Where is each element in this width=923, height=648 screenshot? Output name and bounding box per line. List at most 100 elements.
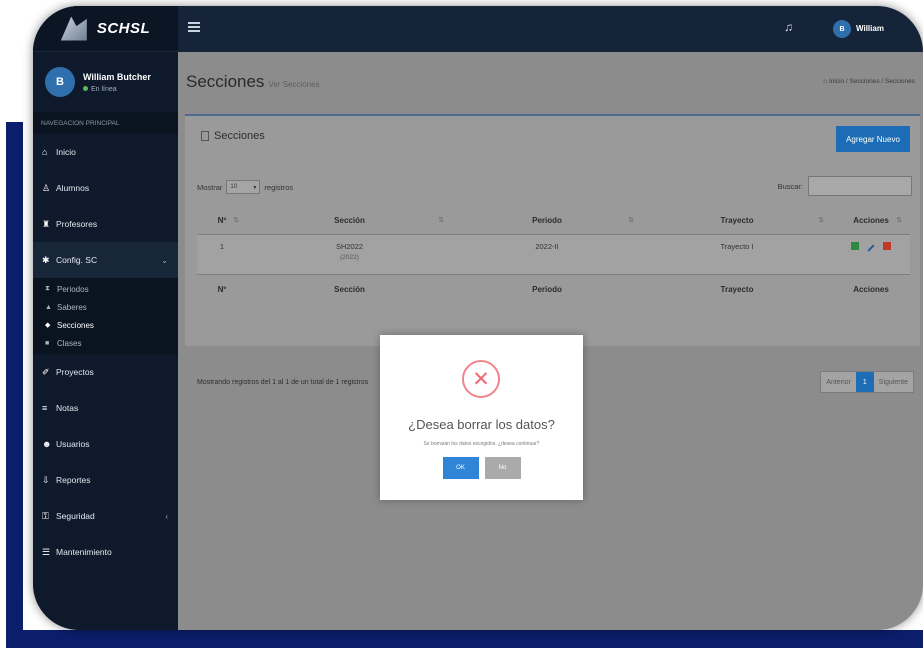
- pager-previous-button[interactable]: Anterior: [821, 372, 856, 392]
- list-icon: ≡: [42, 403, 48, 413]
- footer-header-seccion: Sección: [334, 284, 365, 294]
- saberes-icon: ▲: [45, 303, 52, 311]
- nav-header: NAVEGACION PRINCIPAL: [33, 112, 178, 134]
- sidebar-subitem-label: Secciones: [57, 320, 94, 330]
- sidebar-item-label: Usuarios: [56, 439, 90, 449]
- cell-numero: 1: [219, 241, 225, 251]
- pencil-icon: ✐: [42, 366, 50, 377]
- sidebar-item-seguridad[interactable]: ⚿ Seguridad ‹: [33, 498, 178, 534]
- topbar-avatar[interactable]: B: [833, 20, 851, 38]
- dialog-title: ¿Desea borrar los datos?: [408, 417, 555, 432]
- sidebar-item-label: Reportes: [56, 475, 91, 485]
- sidebar-subitem-label: Periodos: [57, 284, 89, 294]
- view-icon[interactable]: [851, 241, 859, 250]
- users-icon: ☻: [42, 439, 52, 449]
- column-header-acciones[interactable]: Acciones ⇅: [832, 208, 910, 234]
- tag-icon: ◆: [45, 322, 51, 329]
- sidebar-item-mantenimiento[interactable]: ☰ Mantenimiento: [33, 534, 178, 570]
- chevron-left-icon: ‹: [165, 511, 168, 521]
- pager-page-1-button[interactable]: 1: [855, 372, 874, 392]
- app-screen: SCHSL B William Butcher En línea NAVEGAC…: [33, 6, 923, 630]
- cell-trayecto: Trayecto I: [720, 241, 754, 251]
- sidebar-item-notas[interactable]: ≡ Notas: [33, 390, 178, 426]
- ok-button[interactable]: OK: [442, 457, 479, 479]
- logo-mountain-icon: [60, 16, 87, 41]
- add-new-button[interactable]: Agregar Nuevo: [836, 126, 910, 152]
- table-footer-row: Nº Sección Periodo Trayecto Acciones: [197, 274, 910, 304]
- sort-icon: ⇅: [818, 217, 824, 225]
- sidebar-item-label: Profesores: [56, 219, 98, 229]
- card-title-text: Secciones: [214, 130, 265, 142]
- frame-bar-left: [6, 122, 23, 648]
- delete-icon[interactable]: [883, 241, 891, 250]
- logo[interactable]: SCHSL: [33, 6, 178, 52]
- sidebar-subitem-periodos[interactable]: ⧗ Periodos: [33, 280, 178, 298]
- chevron-down-icon: ▾: [253, 184, 257, 191]
- avatar: B: [45, 67, 75, 97]
- download-icon: ⇩: [42, 474, 50, 485]
- column-header-label: Periodo: [532, 216, 562, 226]
- menu-toggle-icon[interactable]: [188, 22, 200, 32]
- cell-acciones: [832, 234, 910, 274]
- sidebar-item-config-sc[interactable]: ✱ Config. SC ⌄: [33, 242, 178, 278]
- sidebar-subitem-clases[interactable]: ■ Clases: [33, 334, 178, 352]
- sidebar-item-label: Seguridad: [56, 511, 95, 521]
- sidebar-item-label: Alumnos: [56, 183, 90, 193]
- hourglass-icon: ⧗: [45, 285, 50, 292]
- book-icon: ■: [45, 339, 50, 347]
- sort-icon: ⇅: [896, 217, 902, 225]
- sort-icon: ⇅: [438, 217, 444, 225]
- column-header-numero[interactable]: Nº ⇅: [197, 208, 247, 234]
- topbar: ♫ B William: [178, 6, 923, 52]
- search-label: Buscar:: [777, 181, 803, 191]
- column-header-periodo[interactable]: Periodo ⇅: [452, 208, 642, 234]
- sidebar-subitem-label: Clases: [57, 338, 82, 348]
- page-title: Secciones Ver Secciones: [186, 72, 320, 92]
- sort-icon: ⇅: [233, 217, 239, 225]
- bell-icon[interactable]: ♫: [784, 20, 793, 34]
- sidebar-item-inicio[interactable]: ⌂ Inicio: [33, 134, 178, 170]
- secciones-table: Nº ⇅ Sección ⇅ Periodo ⇅ Trayecto ⇅ Acciones…: [197, 208, 910, 304]
- sidebar-subitem-secciones[interactable]: ◆ Secciones: [33, 316, 178, 334]
- topbar-user-name[interactable]: William: [856, 24, 884, 33]
- footer-header-numero: Nº: [217, 284, 227, 294]
- page-header: Secciones Ver Secciones ⌂ Inicio / Seccio…: [178, 52, 923, 110]
- sidebar-item-profesores[interactable]: ♜ Profesores: [33, 206, 178, 242]
- sidebar-subitem-label: Saberes: [57, 302, 87, 312]
- sidebar-item-proyectos[interactable]: ✐ Proyectos: [33, 354, 178, 390]
- column-header-seccion[interactable]: Sección ⇅: [247, 208, 452, 234]
- column-header-label: Trayecto: [720, 216, 754, 226]
- sidebar-item-reportes[interactable]: ⇩ Reportes: [33, 462, 178, 498]
- footer-header-acciones: Acciones: [853, 284, 889, 294]
- cell-seccion: SH2022 (2022): [247, 234, 452, 274]
- column-header-trayecto[interactable]: Trayecto ⇅: [642, 208, 832, 234]
- column-header-label: Nº: [217, 216, 227, 226]
- lock-icon: ⚿: [42, 510, 49, 521]
- confirm-dialog: ✕ ¿Desea borrar los datos? Se borrarán l…: [380, 335, 583, 500]
- edit-icon[interactable]: [867, 243, 875, 252]
- search-input[interactable]: [808, 176, 912, 196]
- cell-seccion-code: SH2022: [335, 241, 364, 251]
- document-icon: [201, 131, 209, 141]
- table-info: Mostrando registros del 1 al 1 de un tot…: [197, 379, 369, 386]
- no-button[interactable]: No: [484, 457, 521, 479]
- pager-next-button[interactable]: Siguiente: [873, 372, 913, 392]
- teacher-icon: ♜: [42, 218, 51, 229]
- user-panel: B William Butcher En línea: [33, 52, 178, 112]
- column-header-label: Acciones: [853, 216, 889, 226]
- sidebar-item-alumnos[interactable]: ♙ Alumnos: [33, 170, 178, 206]
- sidebar-item-usuarios[interactable]: ☻ Usuarios: [33, 426, 178, 462]
- sidebar-item-label: Notas: [56, 403, 79, 413]
- dialog-text: Se borrarán los datos escogidos. ¿desea …: [423, 441, 540, 447]
- sidebar-item-label: Proyectos: [56, 367, 94, 377]
- sidebar-subitem-saberes[interactable]: ▲ Saberes: [33, 298, 178, 316]
- length-select[interactable]: 10 ▾: [226, 180, 261, 194]
- online-dot-icon: [83, 85, 88, 91]
- table-row: 1 SH2022 (2022) 2022-II Trayecto I: [197, 234, 910, 274]
- sidebar: SCHSL B William Butcher En línea NAVEGAC…: [33, 6, 178, 630]
- chevron-down-icon: ⌄: [161, 255, 168, 265]
- cell-periodo: 2022-II: [535, 241, 559, 251]
- sidebar-item-label: Inicio: [56, 147, 76, 157]
- breadcrumb[interactable]: ⌂ Inicio / Secciones / Secciones: [823, 78, 915, 85]
- column-header-label: Sección: [334, 216, 365, 226]
